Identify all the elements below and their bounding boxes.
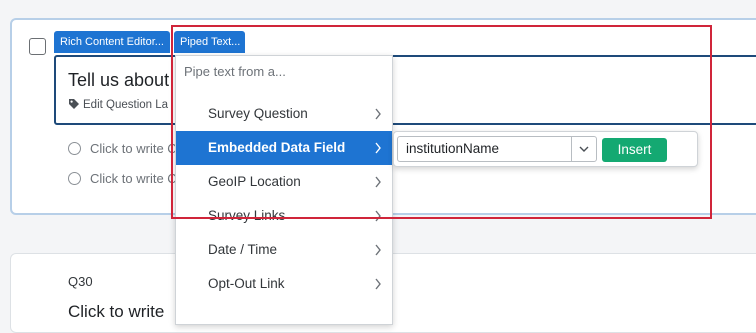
choice-label: Click to write C [90,171,177,186]
menu-item-embedded-data-field[interactable]: Embedded Data Field [176,131,392,165]
chevron-right-icon [375,278,381,290]
menu-item-label: Survey Question [208,106,308,121]
question-select-checkbox[interactable] [29,38,46,55]
menu-item-label: Survey Links [208,208,286,223]
radio-icon [68,142,81,155]
question-number: Q30 [68,274,93,289]
choice-item-1[interactable]: Click to write C [68,141,177,156]
insert-button[interactable]: Insert [602,138,667,162]
menu-item-opt-out-link[interactable]: Opt-Out Link [176,267,392,301]
radio-icon [68,172,81,185]
chevron-down-icon[interactable] [578,143,590,155]
next-question-text[interactable]: Click to write [68,302,164,322]
menu-item-geoip-location[interactable]: GeoIP Location [176,165,392,199]
menu-item-label: GeoIP Location [208,174,301,189]
embedded-field-value: institutionName [406,141,500,156]
chevron-right-icon [375,108,381,120]
menu-item-survey-links[interactable]: Survey Links [176,199,392,233]
chevron-right-icon [375,210,381,222]
piped-text-tab[interactable]: Piped Text... [174,31,245,53]
chevron-right-icon [375,142,381,154]
select-divider [571,137,572,161]
rich-content-editor-tab[interactable]: Rich Content Editor... [54,31,170,53]
menu-item-label: Embedded Data Field [208,140,346,155]
edit-question-label-text: Edit Question La [83,99,169,111]
question-text[interactable]: Tell us about [68,70,169,91]
tag-icon [69,99,79,109]
menu-item-date-time[interactable]: Date / Time [176,233,392,267]
pipe-menu-header: Pipe text from a... [184,64,286,79]
menu-item-label: Opt-Out Link [208,276,285,291]
menu-item-label: Date / Time [208,242,278,257]
menu-item-survey-question[interactable]: Survey Question [176,97,392,131]
chevron-right-icon [375,244,381,256]
edit-question-label-link[interactable]: Edit Question La [68,98,168,111]
choice-label: Click to write C [90,141,177,156]
chevron-right-icon [375,176,381,188]
choice-item-2[interactable]: Click to write C [68,171,177,186]
